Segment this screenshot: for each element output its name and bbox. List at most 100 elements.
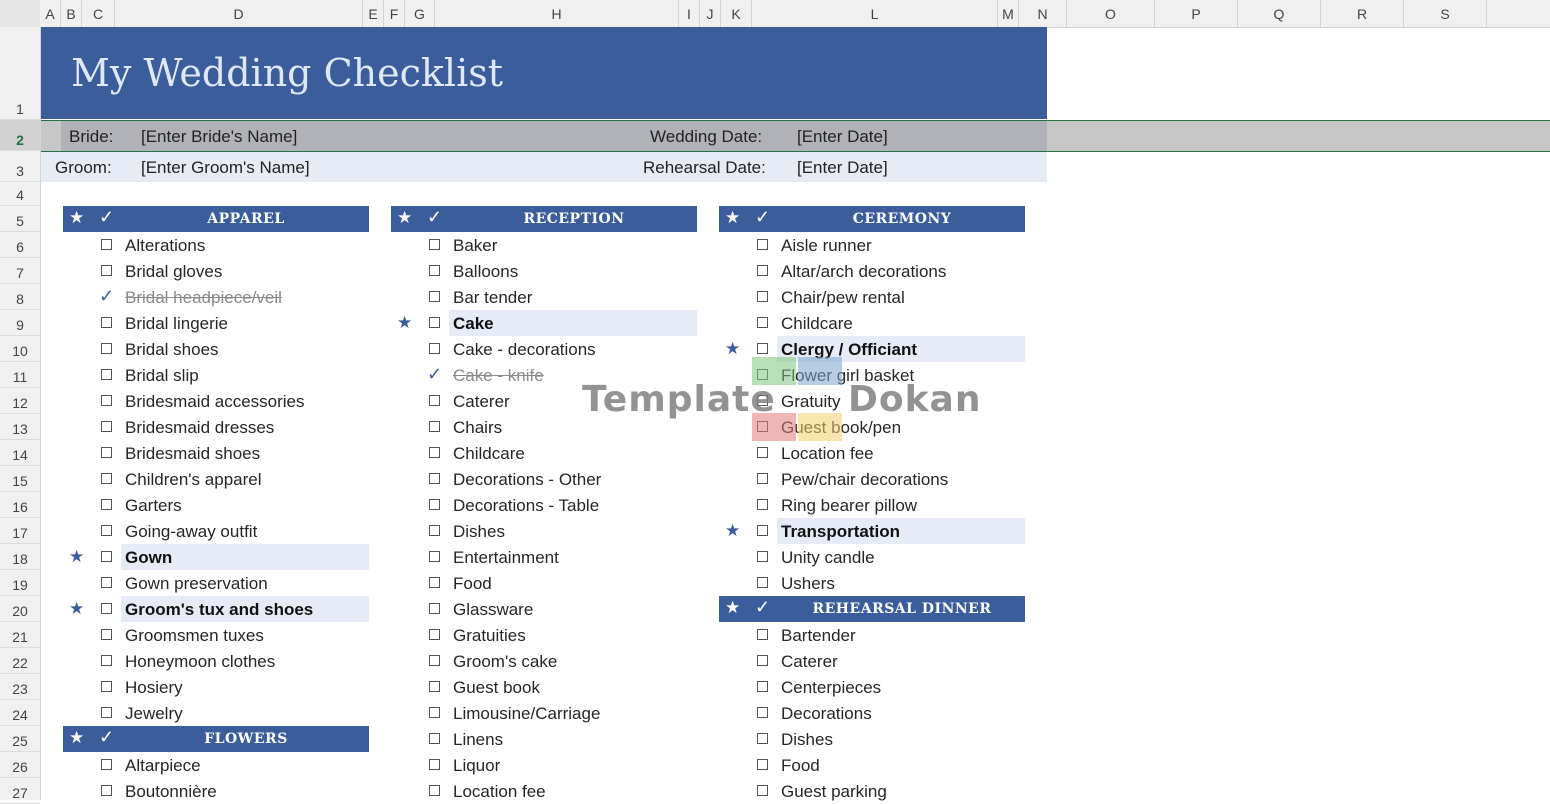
checkbox-icon[interactable] [429, 655, 440, 666]
checklist-item[interactable]: ★ Cake [391, 310, 697, 336]
checklist-item[interactable]: Bar tender [391, 284, 697, 310]
checkbox-icon[interactable] [101, 551, 112, 562]
column-header-o[interactable]: O [1067, 0, 1155, 27]
row-header-18[interactable]: 18 [0, 544, 40, 570]
checklist-item[interactable]: Aisle runner [719, 232, 1025, 258]
checklist-item[interactable]: Decorations - Other [391, 466, 697, 492]
checkbox-icon[interactable] [429, 395, 440, 406]
column-header-g[interactable]: G [405, 0, 435, 27]
checkbox-icon[interactable] [429, 733, 440, 744]
checkbox-icon[interactable] [757, 317, 768, 328]
checkbox-icon[interactable] [101, 603, 112, 614]
row-header-14[interactable]: 14 [0, 440, 40, 466]
checklist-item[interactable]: Jewelry [63, 700, 369, 726]
checkbox-icon[interactable] [757, 421, 768, 432]
checklist-item[interactable]: Pew/chair decorations [719, 466, 1025, 492]
column-header-c[interactable]: C [82, 0, 115, 27]
checklist-item[interactable]: Going-away outfit [63, 518, 369, 544]
column-header-d[interactable]: D [115, 0, 363, 27]
checkbox-icon[interactable] [429, 291, 440, 302]
bride-name-field[interactable]: [Enter Bride's Name] [141, 127, 297, 147]
row-header-12[interactable]: 12 [0, 388, 40, 414]
checkbox-icon[interactable] [101, 759, 112, 770]
checklist-item[interactable]: Groom's cake [391, 648, 697, 674]
checklist-item[interactable]: Gown preservation [63, 570, 369, 596]
groom-name-field[interactable]: [Enter Groom's Name] [141, 158, 310, 178]
checkbox-icon[interactable] [101, 343, 112, 354]
checklist-item[interactable]: Chair/pew rental [719, 284, 1025, 310]
column-header-m[interactable]: M [998, 0, 1019, 27]
row-header-5[interactable]: 5 [0, 206, 40, 232]
checkbox-icon[interactable] [101, 681, 112, 692]
row-header-22[interactable]: 22 [0, 648, 40, 674]
checkbox-icon[interactable] [757, 265, 768, 276]
column-header-l[interactable]: L [752, 0, 998, 27]
row-header-2[interactable]: 2 [0, 120, 40, 151]
checklist-item[interactable]: Hosiery [63, 674, 369, 700]
checkbox-icon[interactable] [429, 499, 440, 510]
checklist-item[interactable]: Ring bearer pillow [719, 492, 1025, 518]
row-header-21[interactable]: 21 [0, 622, 40, 648]
row-header-8[interactable]: 8 [0, 284, 40, 310]
checkbox-icon[interactable] [101, 369, 112, 380]
column-header-a[interactable]: A [40, 0, 61, 27]
column-header-r[interactable]: R [1321, 0, 1404, 27]
checkbox-icon[interactable] [101, 785, 112, 796]
checkbox-icon[interactable] [101, 707, 112, 718]
checkbox-icon[interactable] [757, 291, 768, 302]
checkbox-icon[interactable] [429, 629, 440, 640]
checklist-item[interactable]: Childcare [719, 310, 1025, 336]
row-header-3[interactable]: 3 [0, 151, 40, 182]
ceremony-section-header[interactable]: ★ ✓ CEREMONY [719, 206, 1025, 232]
row-header-25[interactable]: 25 [0, 726, 40, 752]
checklist-item[interactable]: Decorations - Table [391, 492, 697, 518]
row-header-27[interactable]: 27 [0, 778, 40, 804]
checklist-item[interactable]: Baker [391, 232, 697, 258]
checkbox-icon[interactable] [757, 681, 768, 692]
row-header-24[interactable]: 24 [0, 700, 40, 726]
checklist-item[interactable]: ★ Clergy / Officiant [719, 336, 1025, 362]
row-header-26[interactable]: 26 [0, 752, 40, 778]
checklist-item[interactable]: Unity candle [719, 544, 1025, 570]
checkbox-icon[interactable] [101, 577, 112, 588]
checkbox-icon[interactable] [429, 577, 440, 588]
checkbox-icon[interactable] [757, 499, 768, 510]
row-header-23[interactable]: 23 [0, 674, 40, 700]
checklist-item[interactable]: Altar/arch decorations [719, 258, 1025, 284]
checklist-item[interactable]: ★ Groom's tux and shoes [63, 596, 369, 622]
checklist-item[interactable]: Centerpieces [719, 674, 1025, 700]
row-header-4[interactable]: 4 [0, 182, 40, 206]
checkbox-icon[interactable] [757, 369, 768, 380]
column-header-h[interactable]: H [435, 0, 679, 27]
checklist-item[interactable]: Flower girl basket [719, 362, 1025, 388]
checklist-item[interactable]: Bridesmaid shoes [63, 440, 369, 466]
checkbox-icon[interactable] [429, 603, 440, 614]
checklist-item[interactable]: Food [719, 752, 1025, 778]
column-header-q[interactable]: Q [1238, 0, 1321, 27]
checkbox-icon[interactable] [101, 317, 112, 328]
rehearsal-date-field[interactable]: [Enter Date] [797, 158, 888, 178]
checklist-item[interactable]: Location fee [391, 778, 697, 804]
checklist-item[interactable]: Dishes [391, 518, 697, 544]
checklist-item[interactable]: Glassware [391, 596, 697, 622]
checklist-item[interactable]: ✓ Cake - knife [391, 362, 697, 388]
row-header-17[interactable]: 17 [0, 518, 40, 544]
checkbox-icon[interactable] [101, 265, 112, 276]
checkbox-icon[interactable] [429, 473, 440, 484]
checkbox-icon[interactable] [757, 551, 768, 562]
checkbox-icon[interactable] [101, 499, 112, 510]
wedding-date-field[interactable]: [Enter Date] [797, 127, 888, 147]
row-header-1[interactable]: 1 [0, 27, 40, 120]
column-header-s[interactable]: S [1404, 0, 1487, 27]
checkbox-icon[interactable] [429, 551, 440, 562]
row-header-16[interactable]: 16 [0, 492, 40, 518]
checklist-item[interactable]: Caterer [719, 648, 1025, 674]
row-header-11[interactable]: 11 [0, 362, 40, 388]
flowers-section-header[interactable]: ★ ✓ FLOWERS [63, 726, 369, 752]
column-header-f[interactable]: F [384, 0, 405, 27]
checklist-item[interactable]: Bridal lingerie [63, 310, 369, 336]
checkbox-icon[interactable] [101, 447, 112, 458]
checkbox-icon[interactable] [429, 317, 440, 328]
checklist-item[interactable]: Honeymoon clothes [63, 648, 369, 674]
checklist-item[interactable]: Bridesmaid dresses [63, 414, 369, 440]
